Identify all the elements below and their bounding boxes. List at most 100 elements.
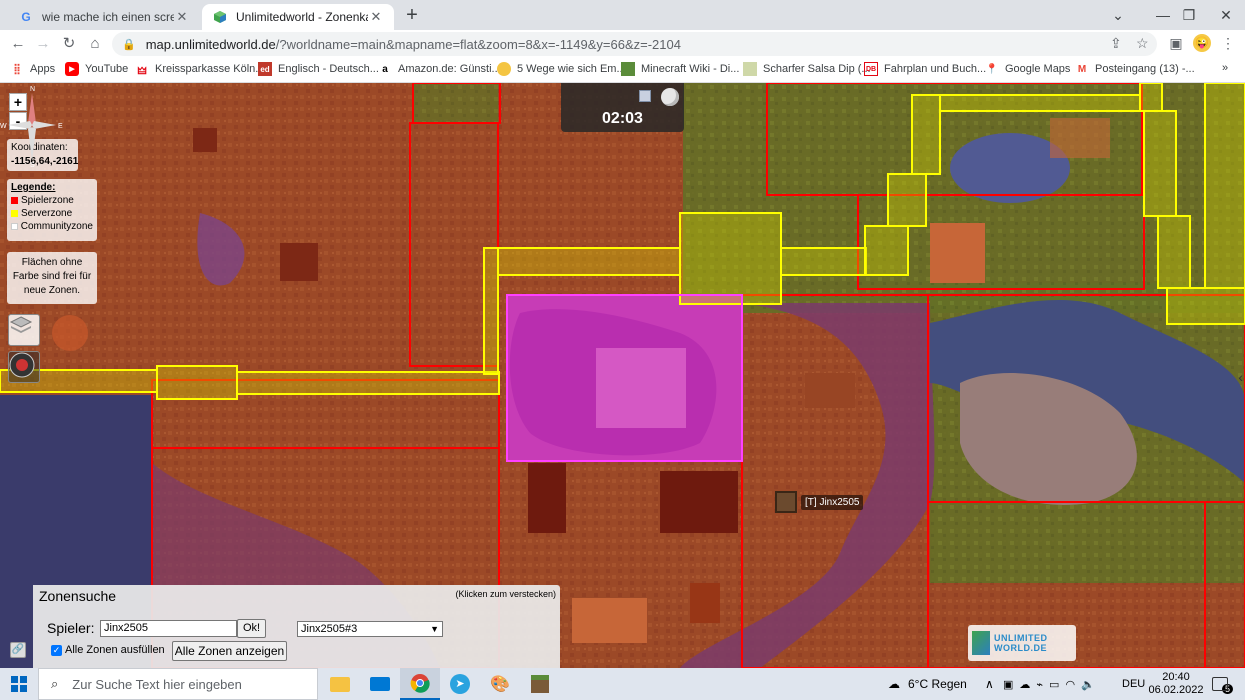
- bookmark-star-icon[interactable]: ☆: [1136, 35, 1149, 52]
- taskbar-search[interactable]: ⌕ Zur Suche Text hier eingeben: [38, 668, 318, 700]
- checkbox-checked-icon: ✓: [51, 644, 62, 656]
- legend-title: Legende:: [11, 182, 56, 193]
- minecraft-block-icon: [531, 675, 549, 693]
- show-all-zones-button[interactable]: Alle Zonen anzeigen: [172, 641, 287, 661]
- player-input[interactable]: Jinx2505: [100, 620, 237, 637]
- chevron-left-icon[interactable]: ‹: [1238, 369, 1243, 385]
- address-bar[interactable]: 🔒 map.unlimitedworld.de/?worldname=main&…: [112, 32, 1157, 56]
- close-icon[interactable]: ✕: [174, 9, 190, 25]
- taskbar-clock[interactable]: 20:40 06.02.2022: [1146, 671, 1206, 697]
- fill-all-zones-checkbox[interactable]: ✓ Alle Zonen ausfüllen: [51, 644, 165, 656]
- windows-start-button[interactable]: [0, 668, 38, 700]
- compass-toggle-button[interactable]: [8, 351, 40, 383]
- bookmark-label: Englisch - Deutsch...: [278, 63, 379, 75]
- bookmark-label: 5 Wege wie sich Em...: [517, 63, 626, 75]
- svg-text:N: N: [30, 86, 35, 93]
- close-window-button[interactable]: ✕: [1203, 0, 1245, 30]
- paint-app[interactable]: 🎨: [480, 668, 520, 700]
- moon-icon: [661, 88, 679, 106]
- zone-search-title[interactable]: Zonensuche: [39, 588, 116, 604]
- tab-google-search[interactable]: G wie mache ich einen screenshot a ✕: [8, 4, 200, 30]
- chrome-app[interactable]: [400, 668, 440, 700]
- bookmark-5-wege[interactable]: 5 Wege wie sich Em...: [497, 62, 626, 76]
- bookmark-label: Minecraft Wiki - Di...: [641, 63, 740, 75]
- legend-item-serverzone: Serverzone: [11, 208, 93, 219]
- hide-hint[interactable]: (Klicken zum verstecken): [455, 589, 556, 599]
- clock-time: 02:03: [602, 110, 643, 127]
- bookmark-salsa[interactable]: Scharfer Salsa Dip (...: [743, 62, 871, 76]
- bookmark-kreissparkasse[interactable]: 🜲 Kreissparkasse Köln...: [135, 62, 265, 77]
- youtube-icon: ▶: [65, 62, 79, 76]
- bookmark-label: Kreissparkasse Köln...: [155, 63, 265, 75]
- dict-icon: ed: [258, 62, 272, 76]
- telegram-icon: ➤: [450, 674, 470, 694]
- legend-item-spielerzone: Spielerzone: [11, 195, 93, 206]
- ok-button[interactable]: Ok!: [237, 619, 266, 638]
- bookmark-minecraft-wiki[interactable]: Minecraft Wiki - Di...: [621, 62, 739, 76]
- minecraft-app[interactable]: [520, 668, 560, 700]
- menu-icon[interactable]: ⋮: [1218, 33, 1238, 53]
- bookmark-youtube[interactable]: ▶ YouTube: [65, 62, 128, 76]
- bookmark-fahrplan[interactable]: DB Fahrplan und Buch...: [864, 62, 986, 76]
- telegram-app[interactable]: ➤: [440, 668, 480, 700]
- layers-button[interactable]: [8, 314, 40, 346]
- amazon-icon: a: [382, 63, 388, 75]
- home-icon[interactable]: ⌂: [85, 33, 105, 53]
- reload-icon[interactable]: ↻: [59, 33, 79, 53]
- profile-avatar[interactable]: 😜: [1192, 33, 1212, 53]
- meet-icon[interactable]: ▣: [1003, 678, 1013, 691]
- lock-icon: 🔒: [122, 38, 136, 51]
- mail-app[interactable]: [360, 668, 400, 700]
- bookmark-posteingang[interactable]: M Posteingang (13) -...: [1075, 62, 1195, 76]
- tab-zonenkarte[interactable]: Unlimitedworld - Zonenkarte ✕: [202, 4, 394, 30]
- forward-icon[interactable]: →: [33, 33, 53, 53]
- bookmark-englisch[interactable]: ed Englisch - Deutsch...: [258, 62, 379, 76]
- tab-title: Unlimitedworld - Zonenkarte: [236, 10, 368, 24]
- bookmark-label: Apps: [30, 63, 56, 75]
- tab-title: wie mache ich einen screenshot a: [42, 10, 174, 24]
- bookmark-label: Google Maps: [1005, 63, 1071, 75]
- bookmark-amazon[interactable]: a Amazon.de: Günsti...: [378, 62, 501, 76]
- side-panel-icon[interactable]: ▣: [1166, 33, 1186, 53]
- maps-icon: 📍: [985, 63, 999, 75]
- bookmarks-overflow-icon[interactable]: »: [1222, 62, 1228, 74]
- palette-icon: 🎨: [490, 676, 510, 693]
- red-swatch: [11, 197, 18, 204]
- legend-label: Serverzone: [21, 208, 73, 219]
- player-name-label: [T] Jinx2505: [801, 494, 864, 510]
- svg-text:W: W: [0, 123, 7, 130]
- new-tab-button[interactable]: +: [400, 4, 424, 28]
- wifi-icon[interactable]: ◠: [1065, 678, 1075, 691]
- apps-icon: ⣿: [13, 63, 21, 75]
- zone-select[interactable]: Jinx2505#3 ▼: [297, 621, 443, 637]
- usb-icon[interactable]: ⌁: [1036, 678, 1043, 691]
- db-icon: DB: [864, 62, 878, 76]
- bookmark-label: Amazon.de: Günsti...: [398, 63, 501, 75]
- zone-map[interactable]: + - Koordinaten: -1156,64,-2161 Legende:…: [0, 83, 1245, 668]
- back-icon[interactable]: ←: [8, 33, 28, 53]
- close-icon[interactable]: ✕: [368, 9, 384, 25]
- player-marker[interactable]: [T] Jinx2505: [775, 491, 864, 513]
- bookmarks-bar: ⣿ Apps ▶ YouTube 🜲 Kreissparkasse Köln... e…: [0, 56, 1245, 83]
- weather-widget[interactable]: ☁ 6°C Regen: [888, 668, 967, 700]
- link-icon[interactable]: 🔗: [10, 642, 26, 658]
- url-host: map.unlimitedworld.de: [145, 36, 276, 52]
- onedrive-icon[interactable]: ☁: [1019, 678, 1030, 691]
- explorer-app[interactable]: [320, 668, 360, 700]
- tab-search-icon[interactable]: ⌄: [1095, 0, 1141, 30]
- language-indicator[interactable]: DEU: [1122, 668, 1145, 700]
- map-disc-icon: [9, 352, 35, 378]
- folder-icon: [330, 676, 350, 692]
- tray-overflow-icon[interactable]: ∧: [985, 668, 994, 700]
- mail-icon: [370, 677, 390, 691]
- volume-icon[interactable]: 🔈: [1081, 678, 1095, 691]
- battery-icon[interactable]: ▭: [1049, 678, 1059, 691]
- player-head-icon: [775, 491, 797, 513]
- share-icon[interactable]: ⇪: [1110, 35, 1122, 52]
- bookmark-google-maps[interactable]: 📍 Google Maps: [985, 62, 1071, 76]
- notification-center[interactable]: 5: [1212, 668, 1234, 700]
- web-icon: [497, 62, 511, 76]
- cloud-rain-icon: ☁: [888, 677, 900, 691]
- minecraft-icon: [621, 62, 635, 76]
- bookmark-apps[interactable]: ⣿ Apps: [10, 62, 55, 76]
